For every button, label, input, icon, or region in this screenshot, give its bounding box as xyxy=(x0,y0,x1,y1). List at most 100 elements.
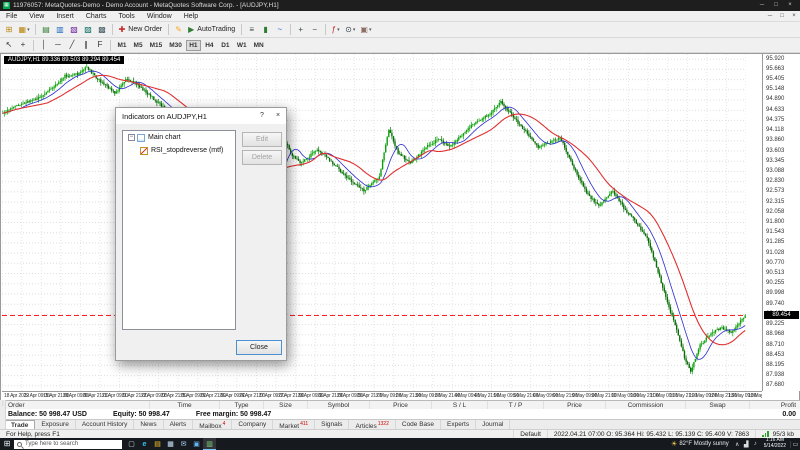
tab-exposure[interactable]: Exposure xyxy=(35,420,75,429)
timeframes-icon[interactable]: ⊙▾ xyxy=(343,23,357,36)
indicator-tree-item-rsi-stopdreverse-mtf[interactable]: RSI_stopdreverse (mtf) xyxy=(123,144,235,157)
menu-tools[interactable]: Tools xyxy=(112,11,140,22)
vertical-line-icon[interactable]: │ xyxy=(38,39,51,52)
start-button[interactable]: ⊞ xyxy=(0,438,14,450)
tab-experts[interactable]: Experts xyxy=(441,420,476,429)
column-header-price-5[interactable]: Price xyxy=(370,401,432,409)
dialog-close-icon[interactable]: × xyxy=(270,108,286,124)
navigator-icon[interactable]: ▧ xyxy=(68,23,81,36)
column-header-t-p-7[interactable]: T / P xyxy=(488,401,544,409)
period-m15-button[interactable]: M15 xyxy=(147,40,166,51)
close-button-dialog[interactable]: Close xyxy=(236,340,282,355)
volume-icon[interactable]: ♪ xyxy=(751,441,760,447)
column-header-symbol-4[interactable]: Symbol xyxy=(308,401,370,409)
crosshair-icon[interactable]: + xyxy=(17,39,30,52)
child-minimize-button[interactable]: ─ xyxy=(764,11,776,21)
cursor-icon[interactable]: ↖ xyxy=(3,39,16,52)
trendline-icon[interactable]: ╱ xyxy=(66,39,79,52)
profiles-icon[interactable]: ▦▾ xyxy=(17,23,32,36)
menu-file[interactable]: File xyxy=(0,11,23,22)
period-m5-button[interactable]: M5 xyxy=(131,40,146,51)
column-header-profit-11[interactable]: Profit xyxy=(750,401,800,409)
tab-alerts[interactable]: Alerts xyxy=(164,420,194,429)
channel-icon[interactable]: ∥ xyxy=(80,39,93,52)
dialog-title-bar[interactable]: Indicators on AUDJPY,H1 ? × xyxy=(116,108,286,124)
tab-news[interactable]: News xyxy=(134,420,163,429)
period-m1-button[interactable]: M1 xyxy=(115,40,130,51)
delete-button[interactable]: Delete xyxy=(242,150,282,165)
task-view-icon[interactable]: ▢ xyxy=(125,438,138,450)
tray-chevron-icon[interactable]: ∧ xyxy=(733,441,742,448)
tab-company[interactable]: Company xyxy=(232,420,273,429)
column-header-order-0[interactable]: Order xyxy=(0,401,150,409)
chart-candles-icon[interactable]: ▮ xyxy=(259,23,272,36)
menu-insert[interactable]: Insert xyxy=(50,11,80,22)
period-mn-button[interactable]: MN xyxy=(251,40,267,51)
column-header-s-l-6[interactable]: S / L xyxy=(432,401,488,409)
column-header-time-1[interactable]: Time xyxy=(150,401,220,409)
indicator-tree-item-main-chart[interactable]: −Main chart xyxy=(123,131,235,144)
zoom-out-icon[interactable]: − xyxy=(308,23,321,36)
search-input[interactable]: Type here to search xyxy=(14,440,122,449)
mail-icon[interactable]: ✉ xyxy=(177,438,190,450)
column-header-swap-10[interactable]: Swap xyxy=(686,401,750,409)
edit-button[interactable]: Edit xyxy=(242,132,282,147)
file-explorer-icon[interactable]: ▤ xyxy=(151,438,164,450)
tab-code-base[interactable]: Code Base xyxy=(396,420,441,429)
chart-bars-icon[interactable]: ≡ xyxy=(245,23,258,36)
child-restore-button[interactable]: □ xyxy=(776,11,788,21)
time-axis[interactable]: 18 Apr 202219 Apr 09:0019 Apr 21:0020 Ap… xyxy=(2,391,762,400)
taskbar-weather[interactable]: ☀ 82°F Mostly sunny xyxy=(667,440,733,448)
taskbar-clock[interactable]: 1:16 AM 5/14/2022 xyxy=(760,438,790,450)
terminal-splitter-grip[interactable]: ⋮ xyxy=(0,400,6,429)
store-icon[interactable]: ▦ xyxy=(164,438,177,450)
tab-signals[interactable]: Signals xyxy=(315,420,349,429)
indicators-list[interactable]: −Main chartRSI_stopdreverse (mtf) xyxy=(122,130,236,330)
price-axis[interactable]: 95.92095.66395.40595.14894.89094.63394.3… xyxy=(762,54,800,391)
status-profile[interactable]: Default xyxy=(514,430,548,438)
column-header-type-2[interactable]: Type xyxy=(220,401,264,409)
horizontal-line-icon[interactable]: ─ xyxy=(52,39,65,52)
metaeditor-icon[interactable]: ✎ xyxy=(172,23,185,36)
chart-line-icon[interactable]: ~ xyxy=(273,23,286,36)
fibonacci-icon[interactable]: F xyxy=(94,39,107,52)
period-m30-button[interactable]: M30 xyxy=(166,40,185,51)
period-w1-button[interactable]: W1 xyxy=(234,40,250,51)
tab-market[interactable]: Market411 xyxy=(273,420,315,429)
menu-window[interactable]: Window xyxy=(141,11,178,22)
edge-icon[interactable]: e xyxy=(138,438,151,450)
action-center-icon[interactable]: ▭ xyxy=(790,441,800,448)
tab-articles[interactable]: Articles1322 xyxy=(349,420,395,429)
period-h4-button[interactable]: H4 xyxy=(202,40,217,51)
tab-account-history[interactable]: Account History xyxy=(76,420,135,429)
close-button[interactable]: × xyxy=(783,0,797,11)
menu-view[interactable]: View xyxy=(23,11,50,22)
new-order-button[interactable]: ✚New Order xyxy=(117,23,165,36)
dialog-help-button[interactable]: ? xyxy=(254,108,270,124)
tab-mailbox[interactable]: Mailbox4 xyxy=(193,420,232,429)
metatrader-taskbar-icon[interactable]: ▥ xyxy=(203,438,216,450)
tree-expander-icon[interactable]: − xyxy=(128,134,135,141)
column-header-size-3[interactable]: Size xyxy=(264,401,308,409)
menu-help[interactable]: Help xyxy=(178,11,204,22)
column-header-commission-9[interactable]: Commission xyxy=(606,401,686,409)
column-header-price-8[interactable]: Price xyxy=(544,401,606,409)
tab-journal[interactable]: Journal xyxy=(476,420,510,429)
market-watch-icon[interactable]: ▤ xyxy=(40,23,53,36)
network-icon[interactable]: ▟ xyxy=(742,441,751,448)
autotrading-button[interactable]: ▶AutoTrading xyxy=(186,23,237,36)
data-window-icon[interactable]: ▥ xyxy=(54,23,67,36)
menu-charts[interactable]: Charts xyxy=(80,11,113,22)
photos-icon[interactable]: ▣ xyxy=(190,438,203,450)
zoom-in-icon[interactable]: + xyxy=(294,23,307,36)
templates-icon[interactable]: ▣▾ xyxy=(358,23,373,36)
tab-trade[interactable]: Trade xyxy=(4,420,35,429)
new-chart-icon[interactable]: ⊞ xyxy=(3,23,16,36)
period-h1-button[interactable]: H1 xyxy=(186,40,201,51)
strategy-tester-icon[interactable]: ▩ xyxy=(96,23,109,36)
maximize-button[interactable]: □ xyxy=(769,0,783,11)
period-d1-button[interactable]: D1 xyxy=(218,40,233,51)
minimize-button[interactable]: ─ xyxy=(755,0,769,11)
terminal-panel-icon[interactable]: ▨ xyxy=(82,23,95,36)
indicators-icon[interactable]: ƒ▾ xyxy=(329,23,342,36)
